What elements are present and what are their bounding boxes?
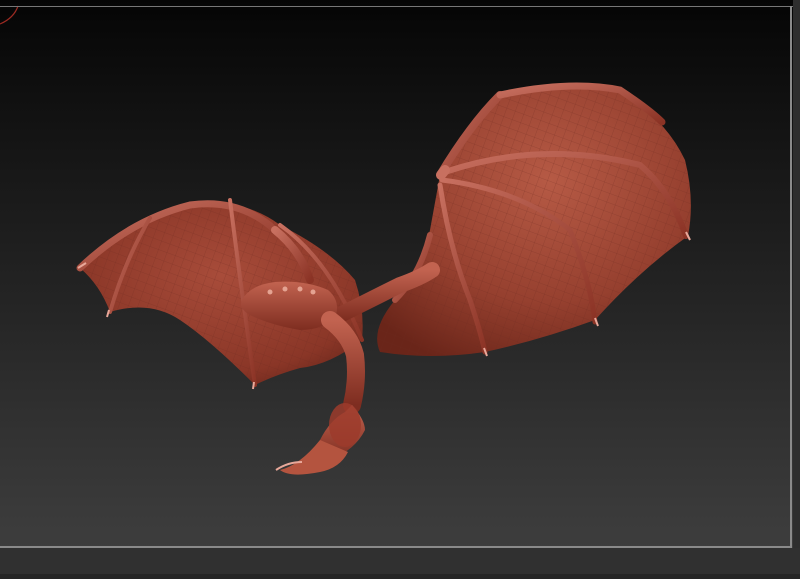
3d-viewport-canvas[interactable] [0, 0, 800, 579]
right-panel-edge [793, 0, 800, 579]
bottom-tray-edge [0, 574, 800, 579]
zbrush-app [0, 0, 800, 579]
dragon-wing-model[interactable] [0, 0, 800, 579]
viewport-frame-top [0, 6, 800, 7]
right-wing [377, 82, 691, 357]
viewport-frame-right [790, 6, 792, 547]
